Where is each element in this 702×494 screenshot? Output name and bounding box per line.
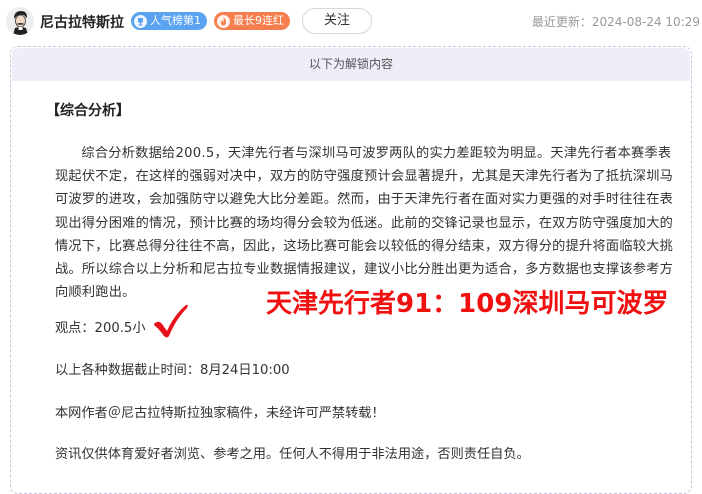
author-portrait-icon: [6, 7, 34, 35]
final-score-overlay: 天津先行者91：109深圳马可波罗: [266, 289, 669, 319]
author-name[interactable]: 尼古拉特斯拉: [40, 12, 124, 32]
streak-badge: 最长9连红: [214, 12, 290, 30]
copyright-notice: 本网作者＠尼古拉特斯拉独家稿件，未经许可严禁转载！: [55, 406, 385, 421]
last-updated: 最近更新：2024-08-24 10:29: [531, 15, 700, 29]
viewpoint: 观点：200.5小: [55, 321, 146, 336]
data-cutoff: 以上各种数据截止时间：8月24日10:00: [55, 363, 290, 378]
follow-button[interactable]: 关注: [302, 8, 372, 34]
streak-badge-label: 最长9连红: [233, 14, 284, 27]
analysis-paragraph: 综合分析数据给200.5，天津先行者与深圳马可波罗两队的实力差距较为明显。天津先…: [55, 146, 674, 301]
section-title: 【综合分析】: [46, 103, 130, 119]
unlock-notice: 以下为解锁内容: [12, 48, 690, 81]
checkmark-icon: [152, 303, 190, 339]
popularity-badge-label: 人气榜第1: [150, 14, 201, 27]
flame-icon: [217, 14, 230, 28]
article-header: 尼古拉特斯拉 人气榜第1 最长9连红 关注 最近更新：2024-08-24 10…: [0, 0, 702, 44]
trophy-icon: [134, 14, 147, 28]
disclaimer: 资讯仅供体育爱好者浏览、参考之用。任何人不得用于非法用途，否则责任自负。: [55, 447, 530, 462]
popularity-badge: 人气榜第1: [131, 12, 207, 30]
avatar[interactable]: [6, 7, 34, 35]
